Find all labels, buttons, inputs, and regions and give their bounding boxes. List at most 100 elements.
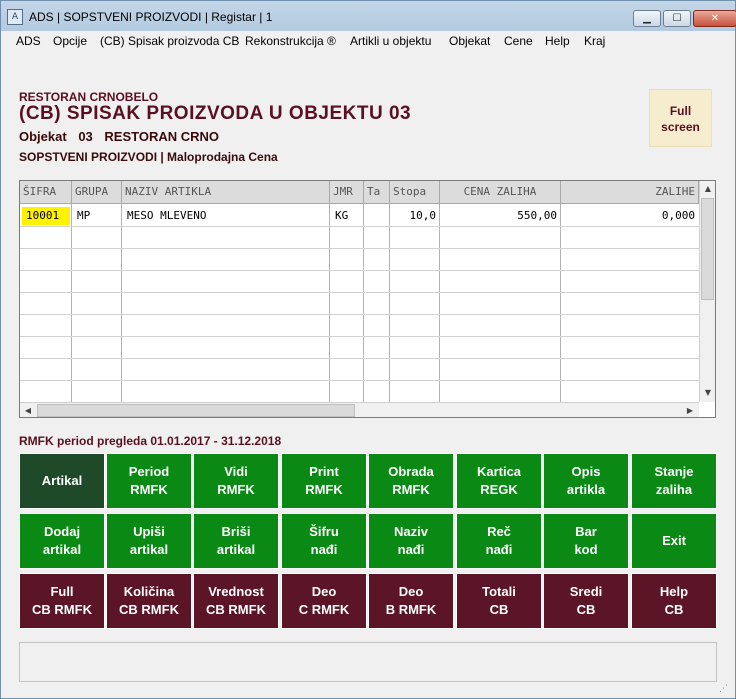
kolicina-cb-rmfk-button[interactable]: Količina CB RMFK	[106, 573, 192, 629]
menu-opcije[interactable]: Opcije	[53, 34, 87, 48]
full-cb-rmfk-button[interactable]: Full CB RMFK	[19, 573, 105, 629]
row-line	[20, 248, 699, 249]
menu-artikli-u-objektu[interactable]: Artikli u objektu	[350, 34, 431, 48]
row-line	[20, 270, 699, 271]
button-label: B RMFK	[385, 602, 437, 617]
col-header-sifra[interactable]: ŠIFRA	[20, 181, 72, 204]
row-line	[20, 358, 699, 359]
menu-cene[interactable]: Cene	[504, 34, 533, 48]
button-label: Deo	[398, 584, 424, 599]
button-label: Artikal	[41, 473, 83, 488]
rec-nadji-button[interactable]: Reč nađi	[456, 513, 542, 569]
col-header-jmr[interactable]: JMR	[330, 181, 364, 204]
button-label: Naziv	[394, 524, 428, 539]
scroll-down-icon[interactable]: ▼	[700, 385, 715, 401]
col-header-ta[interactable]: Ta	[364, 181, 390, 204]
period-rmfk-button[interactable]: Period RMFK	[106, 453, 192, 509]
deo-b-rmfk-button[interactable]: Deo B RMFK	[368, 573, 454, 629]
button-label: CB RMFK	[119, 602, 179, 617]
scroll-left-icon[interactable]: ◀	[20, 403, 36, 417]
resize-grip-icon[interactable]: ⋰	[719, 684, 731, 696]
totali-cb-button[interactable]: Totali CB	[456, 573, 542, 629]
objekat-name: RESTORAN CRNO	[104, 129, 220, 144]
scroll-up-icon[interactable]: ▲	[700, 181, 715, 197]
button-label: Briši	[221, 524, 251, 539]
artikal-button[interactable]: Artikal	[19, 453, 105, 509]
upisi-artikal-button[interactable]: Upiši artikal	[106, 513, 192, 569]
button-label: REGK	[480, 482, 518, 497]
naziv-nadji-button[interactable]: Naziv nađi	[368, 513, 454, 569]
cell-cena-zaliha[interactable]: 550,00	[441, 207, 561, 225]
col-header-cena-zaliha[interactable]: CENA ZALIHA	[440, 181, 561, 204]
page-subtitle: SOPSTVENI PROIZVODI | Maloprodajna Cena	[19, 150, 278, 164]
menu-rekonstrukcija[interactable]: Rekonstrukcija ®	[245, 34, 336, 48]
button-label: CB	[489, 602, 509, 617]
status-bar	[19, 642, 717, 682]
menu-ads[interactable]: ADS	[16, 34, 41, 48]
vrednost-cb-rmfk-button[interactable]: Vrednost CB RMFK	[193, 573, 279, 629]
button-label: CB RMFK	[32, 602, 92, 617]
col-header-stopa[interactable]: Stopa	[390, 181, 440, 204]
opis-artikla-button[interactable]: Opis artikla	[543, 453, 629, 509]
bar-kod-button[interactable]: Bar kod	[543, 513, 629, 569]
cell-zalihe[interactable]: 0,000	[562, 207, 699, 225]
fullscreen-label-1: Full	[669, 104, 692, 118]
sifru-nadji-button[interactable]: Šifru nađi	[281, 513, 367, 569]
col-header-zalihe[interactable]: ZALIHE	[561, 181, 699, 204]
button-label: Šifru	[309, 524, 339, 539]
kartica-regk-button[interactable]: Kartica REGK	[456, 453, 542, 509]
dodaj-artikal-button[interactable]: Dodaj artikal	[19, 513, 105, 569]
title-bar: A ADS | SOPSTVENI PROIZVODI | Registar |…	[1, 1, 736, 31]
button-label: Vidi	[224, 464, 248, 479]
row-line	[20, 314, 699, 315]
maximize-button[interactable]: ☐	[663, 10, 691, 27]
help-cb-button[interactable]: Help CB	[631, 573, 717, 629]
vertical-scrollbar[interactable]: ▲ ▼	[699, 181, 715, 402]
menu-help[interactable]: Help	[545, 34, 570, 48]
fullscreen-button[interactable]: Full screen	[649, 89, 712, 147]
cell-ta[interactable]	[365, 207, 390, 225]
horizontal-scroll-thumb[interactable]	[37, 404, 355, 417]
horizontal-scrollbar[interactable]: ◀ ▶	[20, 402, 699, 417]
col-divider	[330, 204, 364, 402]
button-label: Deo	[311, 584, 337, 599]
menu-kraj[interactable]: Kraj	[584, 34, 605, 48]
minimize-button[interactable]: ▁	[633, 10, 661, 27]
fullscreen-label-2: screen	[661, 120, 700, 134]
menu-objekat[interactable]: Objekat	[449, 34, 490, 48]
stanje-zaliha-button[interactable]: Stanje zaliha	[631, 453, 717, 509]
button-label: CB	[664, 602, 684, 617]
cell-naziv[interactable]: MESO MLEVENO	[123, 207, 330, 225]
col-header-grupa[interactable]: GRUPA	[72, 181, 122, 204]
sredi-cb-button[interactable]: Sredi CB	[543, 573, 629, 629]
row-line	[20, 226, 699, 227]
vertical-scroll-thumb[interactable]	[701, 198, 714, 300]
col-header-naziv[interactable]: NAZIV ARTIKLA	[122, 181, 330, 204]
print-rmfk-button[interactable]: Print RMFK	[281, 453, 367, 509]
brisi-artikal-button[interactable]: Briši artikal	[193, 513, 279, 569]
deo-c-rmfk-button[interactable]: Deo C RMFK	[281, 573, 367, 629]
cell-stopa[interactable]: 10,0	[391, 207, 440, 225]
vidi-rmfk-button[interactable]: Vidi RMFK	[193, 453, 279, 509]
button-label: Exit	[662, 533, 686, 548]
scroll-right-icon[interactable]: ▶	[682, 403, 698, 417]
exit-button[interactable]: Exit	[631, 513, 717, 569]
cell-sifra[interactable]: 10001	[22, 207, 70, 225]
button-label: Dodaj	[43, 524, 81, 539]
button-label: Količina	[123, 584, 175, 599]
button-label: Obrada	[388, 464, 434, 479]
cell-grupa[interactable]: MP	[73, 207, 122, 225]
menu-spisak-proizvoda[interactable]: (CB) Spisak proizvoda CB	[100, 34, 239, 48]
col-divider	[364, 204, 390, 402]
row-line	[20, 380, 699, 381]
button-label: artikla	[566, 482, 606, 497]
col-divider	[20, 204, 72, 402]
period-label: RMFK period pregleda 01.01.2017 - 31.12.…	[19, 434, 282, 448]
button-label: artikal	[42, 542, 82, 557]
close-button[interactable]: ✕	[693, 10, 736, 27]
button-label: nađi	[310, 542, 338, 557]
articles-table[interactable]: ŠIFRA GRUPA NAZIV ARTIKLA JMR Ta Stopa C…	[19, 180, 716, 418]
button-label: RMFK	[130, 482, 168, 497]
obrada-rmfk-button[interactable]: Obrada RMFK	[368, 453, 454, 509]
cell-jmr[interactable]: KG	[331, 207, 364, 225]
